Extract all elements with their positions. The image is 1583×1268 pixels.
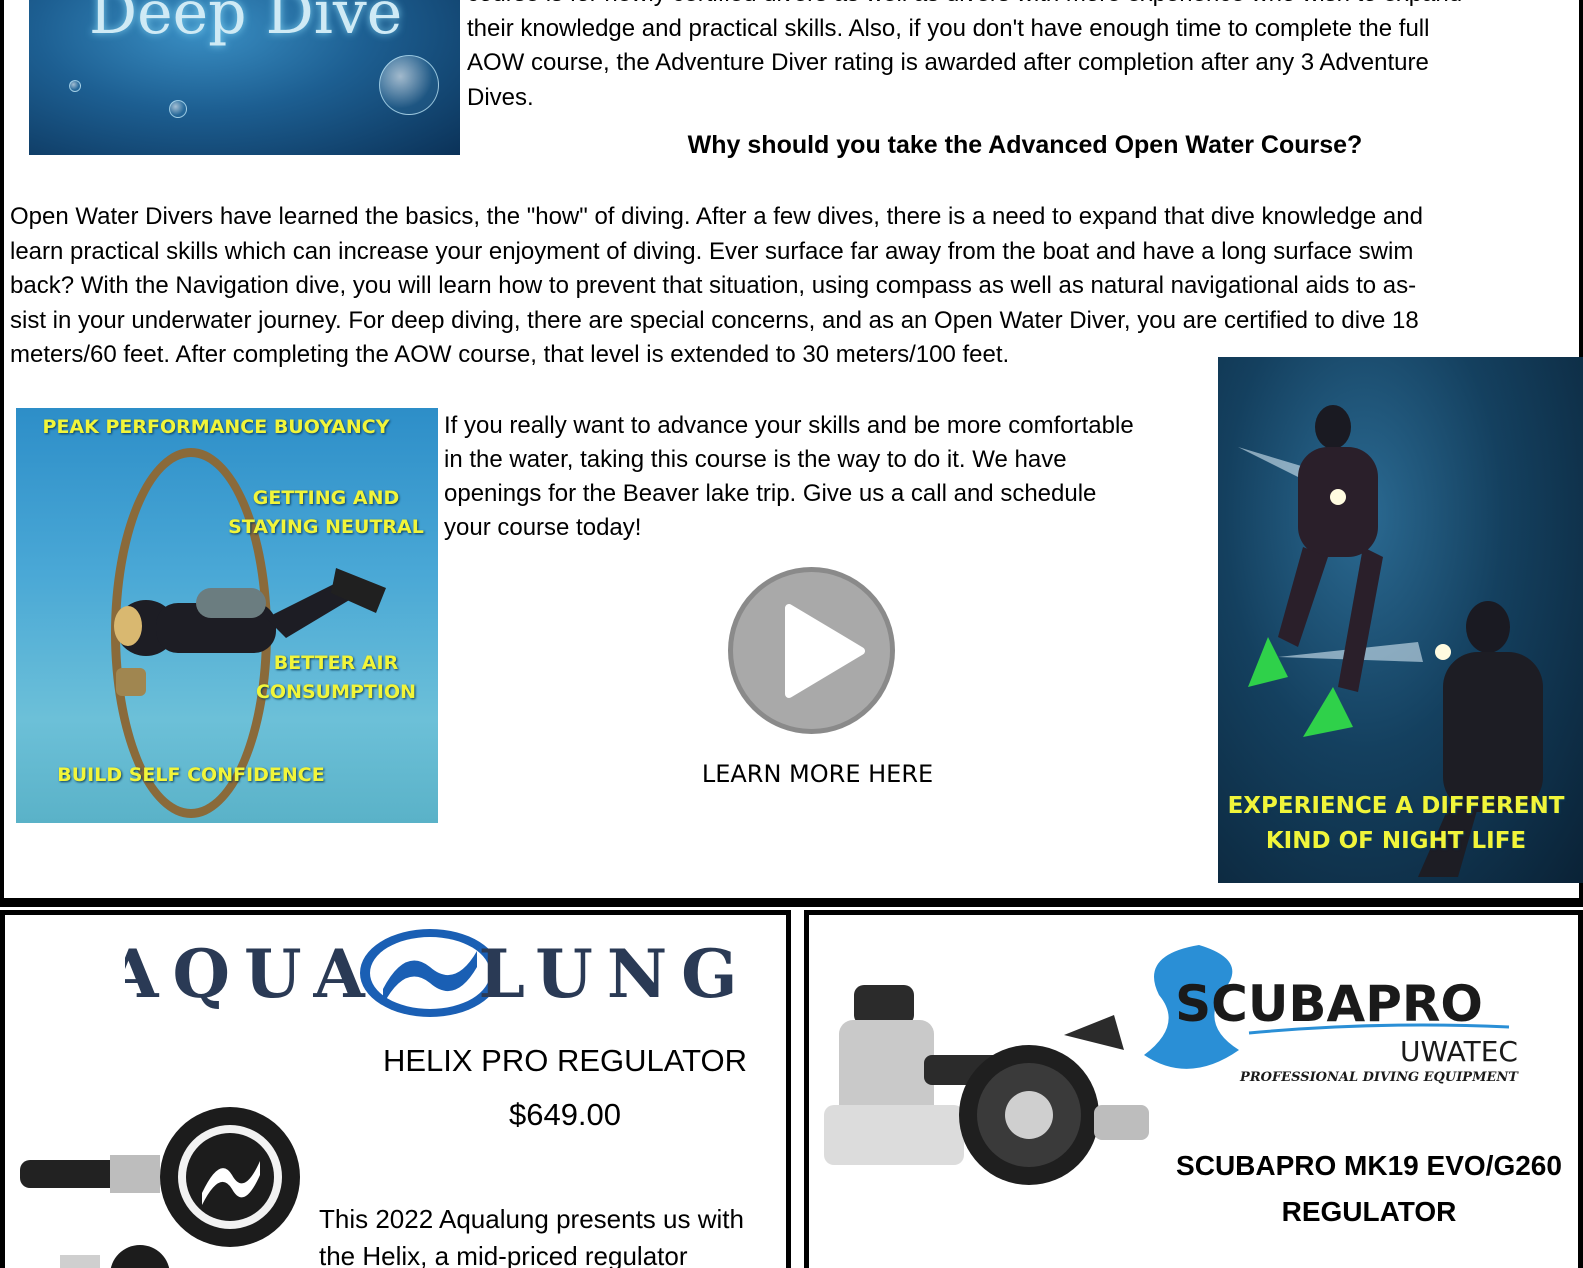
night-caption: EXPERIENCE A DIFFERENT xyxy=(1227,793,1565,819)
scubapro-title-line: SCUBAPRO MK19 EVO/G260 xyxy=(1176,1150,1562,1181)
aqualung-text-line: This 2022 Aqualung presents us with xyxy=(319,1204,744,1234)
buoyancy-image: PEAK PERFORMANCE BUOYANCY GETTING AND ST… xyxy=(16,408,438,823)
scubapro-title: SCUBAPRO MK19 EVO/G260 REGULATOR xyxy=(1169,1143,1569,1235)
deep-dive-title: Deep Dive xyxy=(89,0,403,48)
intro-line: Dives. xyxy=(467,83,534,111)
night-dive-image: EXPERIENCE A DIFFERENT KIND OF NIGHT LIF… xyxy=(1218,357,1583,883)
buoyancy-caption: STAYING NEUTRAL xyxy=(228,516,424,538)
buoyancy-caption: CONSUMPTION xyxy=(255,681,417,703)
play-icon xyxy=(785,604,865,698)
scubapro-logo: SCUBAPRO UWATEC PROFESSIONAL DIVING EQUI… xyxy=(1144,945,1519,1085)
section-divider xyxy=(0,898,1583,904)
cta-line: If you really want to advance your skill… xyxy=(444,412,1134,439)
night-caption: KIND OF NIGHT LIFE xyxy=(1265,828,1527,854)
body-line: sist in your underwater journey. For dee… xyxy=(10,306,1419,334)
intro-line: AOW course, the Adventure Diver rating i… xyxy=(467,49,1429,76)
aqualung-title: HELIX PRO REGULATOR xyxy=(382,1043,748,1078)
video-play-button[interactable] xyxy=(728,567,895,734)
cta-line: your course today! xyxy=(444,514,642,541)
aqualung-price: $649.00 xyxy=(508,1097,622,1132)
intro-line: their knowledge and practical skills. Al… xyxy=(467,14,1430,42)
intro-paragraph: course is for newly certified divers as … xyxy=(467,0,1567,115)
learn-more-link[interactable]: LEARN MORE HERE xyxy=(680,760,955,788)
aqualung-brand-left: AQUA xyxy=(125,935,379,1013)
body-line: Open Water Divers have learned the basic… xyxy=(10,203,1423,230)
buoyancy-caption: PEAK PERFORMANCE BUOYANCY xyxy=(42,416,390,438)
deep-dive-image: Deep Dive xyxy=(29,0,460,155)
body-line: back? With the Navigation dive, you will… xyxy=(10,272,1417,299)
scubapro-tagline: PROFESSIONAL DIVING EQUIPMENT xyxy=(1239,1070,1519,1085)
aqualung-brand-right: LUNG xyxy=(478,935,735,1013)
mk19-regulator-image xyxy=(824,985,1149,1185)
scubapro-ad: SCUBAPRO UWATEC PROFESSIONAL DIVING EQUI… xyxy=(804,910,1583,1268)
aqualung-text-line: the Helix, a mid-priced regulator xyxy=(319,1241,688,1268)
scubapro-title-line: REGULATOR xyxy=(1281,1196,1457,1227)
bubble-icon xyxy=(69,80,81,92)
body-paragraph: Open Water Divers have learned the basic… xyxy=(10,200,1578,373)
bubble-icon xyxy=(379,55,439,115)
buoyancy-caption: BUILD SELF CONFIDENCE xyxy=(57,764,325,786)
aqualung-description: This 2022 Aqualung presents us with the … xyxy=(319,1201,779,1268)
why-heading: Why should you take the Advanced Open Wa… xyxy=(687,131,1363,159)
cta-line: openings for the Beaver lake trip. Give … xyxy=(444,480,1097,507)
buoyancy-caption: GETTING AND xyxy=(252,487,400,509)
aqualung-logo: AQUA LUNG xyxy=(125,929,735,1017)
bubble-icon xyxy=(169,100,187,118)
uwatec-brand: UWATEC xyxy=(1400,1035,1518,1068)
cta-line: in the water, taking this course is the … xyxy=(444,446,1067,473)
aqualung-ad: AQUA LUNG HELIX PRO REGULATOR $649.00 Th… xyxy=(0,910,791,1268)
buoyancy-caption: BETTER AIR xyxy=(273,652,399,674)
intro-line: course is for newly certified divers as … xyxy=(467,0,1567,12)
helix-regulator-image xyxy=(20,1107,300,1268)
body-line: learn practical skills which can increas… xyxy=(10,237,1414,265)
cta-paragraph: If you really want to advance your skill… xyxy=(444,409,1214,545)
